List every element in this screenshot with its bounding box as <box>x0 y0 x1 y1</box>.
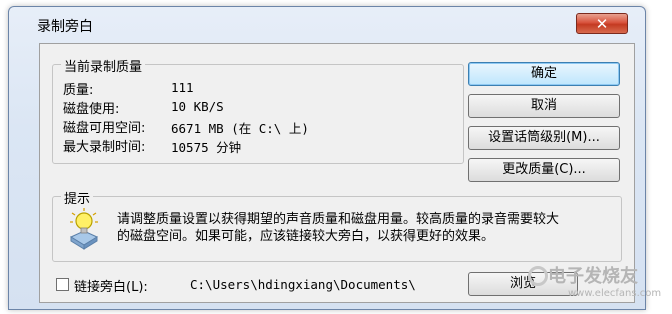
quality-value: 111 <box>171 80 194 95</box>
ok-button[interactable]: 确定 <box>468 62 620 86</box>
hint-group: 提示 请调整质量设置以获得期望的声音质量和磁盘用量。较高质量的录音需要较大的磁盘… <box>52 188 622 262</box>
link-narration-label: 链接旁白(L): <box>74 280 148 295</box>
dialog-body: 当前录制质量 质量: 111 磁盘使用: 10 KB/S 磁盘可用空间: 667… <box>39 43 635 303</box>
watermark-text: 电子发烧友 <box>548 266 638 287</box>
link-path: C:\Users\hdingxiang\Documents\ <box>190 277 416 292</box>
window-title: 录制旁白 <box>37 19 93 35</box>
title-bar[interactable]: 录制旁白 ✕ <box>9 7 645 35</box>
free-space-label: 磁盘可用空间: <box>63 121 146 136</box>
watermark-logo <box>528 266 548 286</box>
change-quality-button[interactable]: 更改质量(C)... <box>468 158 620 182</box>
close-button[interactable]: ✕ <box>576 13 628 34</box>
max-time-value: 10575 分钟 <box>171 140 242 155</box>
disk-usage-label: 磁盘使用: <box>63 102 120 117</box>
watermark-url: www.elecfans.com <box>568 288 662 299</box>
max-time-label: 最大录制时间: <box>63 140 146 155</box>
close-icon: ✕ <box>595 15 609 33</box>
link-narration-checkbox[interactable] <box>56 278 69 291</box>
disk-usage-value: 10 KB/S <box>171 99 224 114</box>
mic-level-button[interactable]: 设置话筒级别(M)... <box>468 126 620 150</box>
free-space-value: 6671 MB (在 C:\ 上) <box>171 121 309 136</box>
quality-group-title: 当前录制质量 <box>61 56 146 75</box>
hint-text: 请调整质量设置以获得期望的声音质量和磁盘用量。较高质量的录音需要较大的磁盘空间。… <box>117 212 560 244</box>
cancel-button[interactable]: 取消 <box>468 94 620 118</box>
lightbulb-icon <box>69 208 99 250</box>
quality-group: 当前录制质量 质量: 111 磁盘使用: 10 KB/S 磁盘可用空间: 667… <box>52 56 464 164</box>
quality-label: 质量: <box>63 83 94 98</box>
hint-group-title: 提示 <box>61 188 94 207</box>
